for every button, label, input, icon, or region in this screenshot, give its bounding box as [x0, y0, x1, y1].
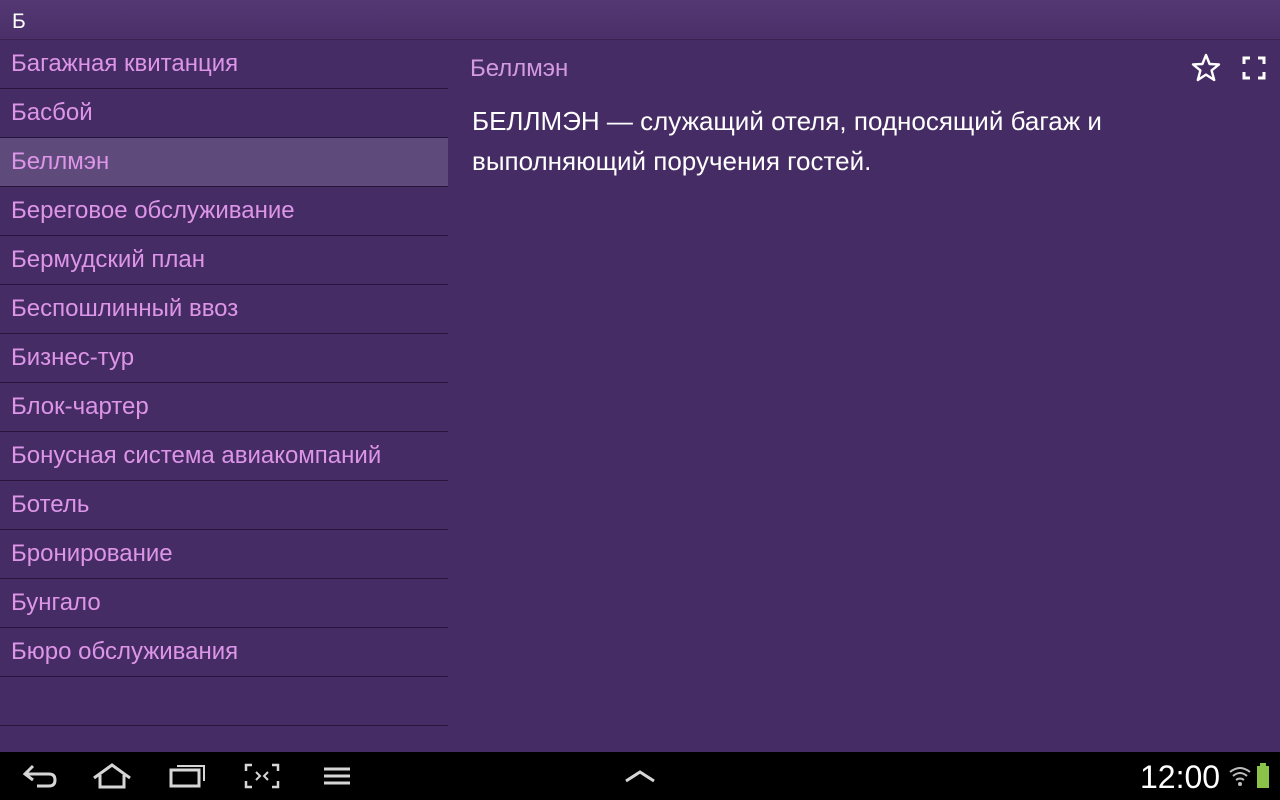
- term-list-item-label: Бермудский план: [11, 246, 206, 273]
- term-list-item[interactable]: Бунгало: [0, 579, 448, 628]
- term-list-item-label: Бунгало: [11, 589, 101, 616]
- term-list-item-label: Багажная квитанция: [11, 50, 239, 77]
- term-list-item[interactable]: Бермудский план: [0, 236, 448, 285]
- term-list-item-selected[interactable]: Беллмэн: [0, 138, 448, 187]
- screenshot-icon: [244, 763, 280, 789]
- term-list-item-label: Беспошлинный ввоз: [11, 295, 239, 322]
- fullscreen-button[interactable]: [1238, 52, 1270, 84]
- term-list-empty-row: [0, 677, 448, 726]
- term-list-item[interactable]: Беспошлинный ввоз: [0, 285, 448, 334]
- letter-header-label: Б: [12, 10, 26, 33]
- term-list-item-label: Блок-чартер: [11, 393, 149, 420]
- recent-apps-icon: [169, 765, 205, 788]
- detail-panel: Беллмэн БЕЛЛМЭН — служащий отеля, поднос…: [448, 40, 1280, 752]
- term-list-item[interactable]: Бонусная система авиакомпаний: [0, 432, 448, 481]
- notification-expand-button[interactable]: [610, 752, 670, 800]
- term-list-item[interactable]: Бизнес-тур: [0, 334, 448, 383]
- back-icon: [22, 764, 57, 788]
- recent-apps-button[interactable]: [157, 752, 217, 800]
- term-list-item-label: Бизнес-тур: [11, 344, 135, 371]
- term-list-item-label: Береговое обслуживание: [11, 197, 295, 224]
- screenshot-button[interactable]: [232, 752, 292, 800]
- term-list-item[interactable]: Бронирование: [0, 530, 448, 579]
- battery-icon: [1257, 763, 1269, 788]
- definition-term: БЕЛЛМЭН: [472, 106, 600, 136]
- term-list-item-label: Бюро обслуживания: [11, 638, 239, 665]
- back-button[interactable]: [9, 752, 69, 800]
- term-list-item[interactable]: Бюро обслуживания: [0, 628, 448, 677]
- system-navigation-bar: 12:00: [0, 752, 1280, 800]
- term-list-item-label: Бронирование: [11, 540, 173, 567]
- term-list-item[interactable]: Багажная квитанция: [0, 40, 448, 89]
- term-list[interactable]: Багажная квитанция Басбой Беллмэн Берего…: [0, 40, 448, 752]
- menu-icon: [324, 767, 350, 785]
- menu-button[interactable]: [307, 752, 367, 800]
- term-list-item-label: Бонусная система авиакомпаний: [11, 442, 382, 469]
- status-icons: [1228, 762, 1278, 792]
- term-list-item-label: Беллмэн: [11, 148, 110, 175]
- letter-header: Б: [0, 0, 1280, 40]
- favorite-button[interactable]: [1190, 52, 1222, 84]
- wifi-icon: [1229, 767, 1251, 786]
- term-list-item[interactable]: Береговое обслуживание: [0, 187, 448, 236]
- term-list-item-label: Ботель: [11, 491, 90, 518]
- definition-text: БЕЛЛМЭН — служащий отеля, подносящий баг…: [472, 101, 1232, 181]
- term-list-item[interactable]: Басбой: [0, 89, 448, 138]
- chevron-up-icon: [625, 770, 655, 783]
- home-button[interactable]: [82, 752, 142, 800]
- term-list-item[interactable]: Ботель: [0, 481, 448, 530]
- fullscreen-icon: [1242, 56, 1266, 80]
- status-clock: 12:00: [1140, 759, 1221, 795]
- home-icon: [93, 763, 131, 789]
- term-list-item[interactable]: Блок-чартер: [0, 383, 448, 432]
- term-list-item-label: Басбой: [11, 99, 93, 126]
- star-outline-icon: [1191, 53, 1221, 82]
- detail-title: Беллмэн: [470, 55, 569, 82]
